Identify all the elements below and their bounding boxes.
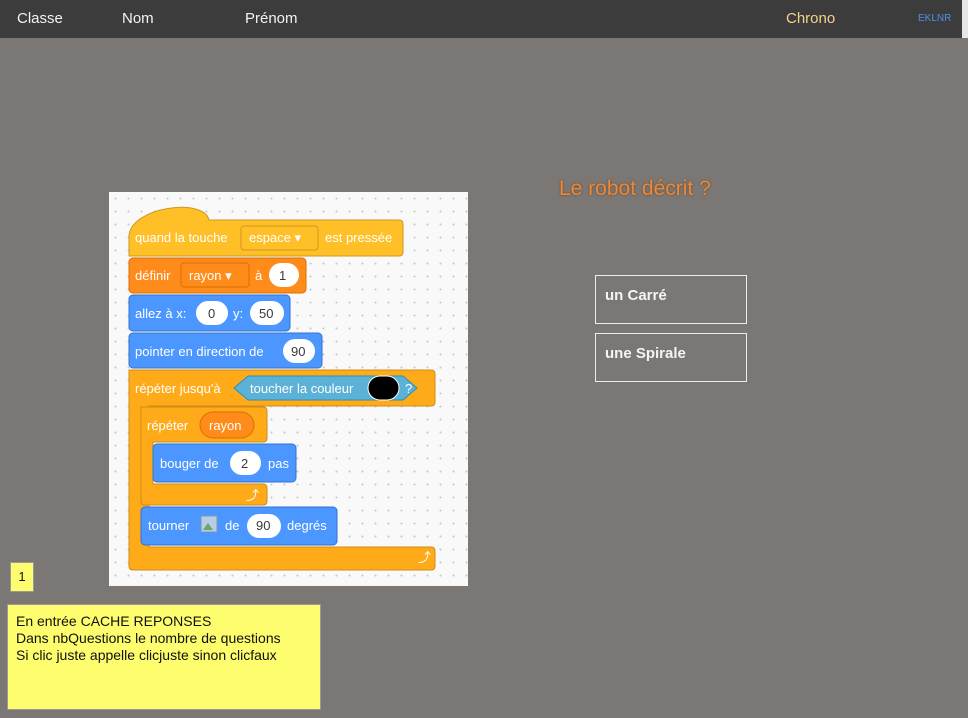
- set-text: définir: [135, 268, 171, 283]
- prenom-label[interactable]: Prénom: [245, 10, 298, 27]
- touching-color-text: toucher la couleur: [250, 381, 354, 396]
- scratch-script: quand la touche espace ▾ est pressée déf…: [128, 206, 436, 571]
- scratch-code-image: quand la touche espace ▾ est pressée déf…: [109, 192, 468, 586]
- steps-text: pas: [268, 456, 289, 471]
- note-line: Si clic juste appelle clicjuste sinon cl…: [16, 647, 277, 663]
- question-title: Le robot décrit ?: [559, 177, 711, 200]
- x-value-text: 0: [208, 306, 215, 321]
- classe-label[interactable]: Classe: [17, 10, 63, 27]
- note-line: Dans nbQuestions le nombre de questions: [16, 630, 281, 646]
- variable-dropdown-text: rayon ▾: [189, 268, 232, 283]
- degrees-value-text: 90: [256, 518, 270, 533]
- answer-label: une Spirale: [605, 345, 686, 362]
- set-value-text: 1: [279, 268, 286, 283]
- chrono-label: Chrono: [786, 10, 836, 27]
- move-value-text: 2: [241, 456, 248, 471]
- instructions-note: En entrée CACHE REPONSES Dans nbQuestion…: [7, 604, 321, 710]
- note-line: En entrée CACHE REPONSES: [16, 613, 212, 629]
- nom-label[interactable]: Nom: [122, 10, 154, 27]
- turn-text: tourner: [148, 518, 190, 533]
- code-label: EKLNR: [918, 13, 952, 24]
- answer-button-spirale[interactable]: une Spirale: [595, 333, 747, 382]
- goto-text: allez à x:: [135, 306, 186, 321]
- key-dropdown-text: espace ▾: [249, 230, 302, 245]
- answer-label: un Carré: [605, 287, 667, 304]
- move-text: bouger de: [160, 456, 219, 471]
- rayon-reporter-text: rayon: [209, 418, 242, 433]
- repeat-arrow-icon: ⤴: [246, 488, 259, 503]
- answer-button-carre[interactable]: un Carré: [595, 275, 747, 324]
- top-bar: Classe Nom Prénom Chrono EKLNR: [0, 0, 968, 38]
- question-counter: 1: [10, 562, 34, 592]
- of-text: de: [225, 518, 239, 533]
- y-label-text: y:: [233, 306, 243, 321]
- direction-value-text: 90: [291, 344, 305, 359]
- question-mark-text: ?: [405, 381, 412, 396]
- degrees-text: degrés: [287, 518, 327, 533]
- repeat-text: répéter: [147, 418, 189, 433]
- pressed-text: est pressée: [325, 230, 392, 245]
- loop-arrow-icon: ⤴: [418, 550, 431, 565]
- when-key-text: quand la touche: [135, 230, 228, 245]
- repeat-until-text: répéter jusqu'à: [135, 381, 221, 396]
- point-text: pointer en direction de: [135, 344, 264, 359]
- y-value-text: 50: [259, 306, 273, 321]
- color-swatch: [367, 375, 400, 401]
- to-text: à: [255, 268, 263, 283]
